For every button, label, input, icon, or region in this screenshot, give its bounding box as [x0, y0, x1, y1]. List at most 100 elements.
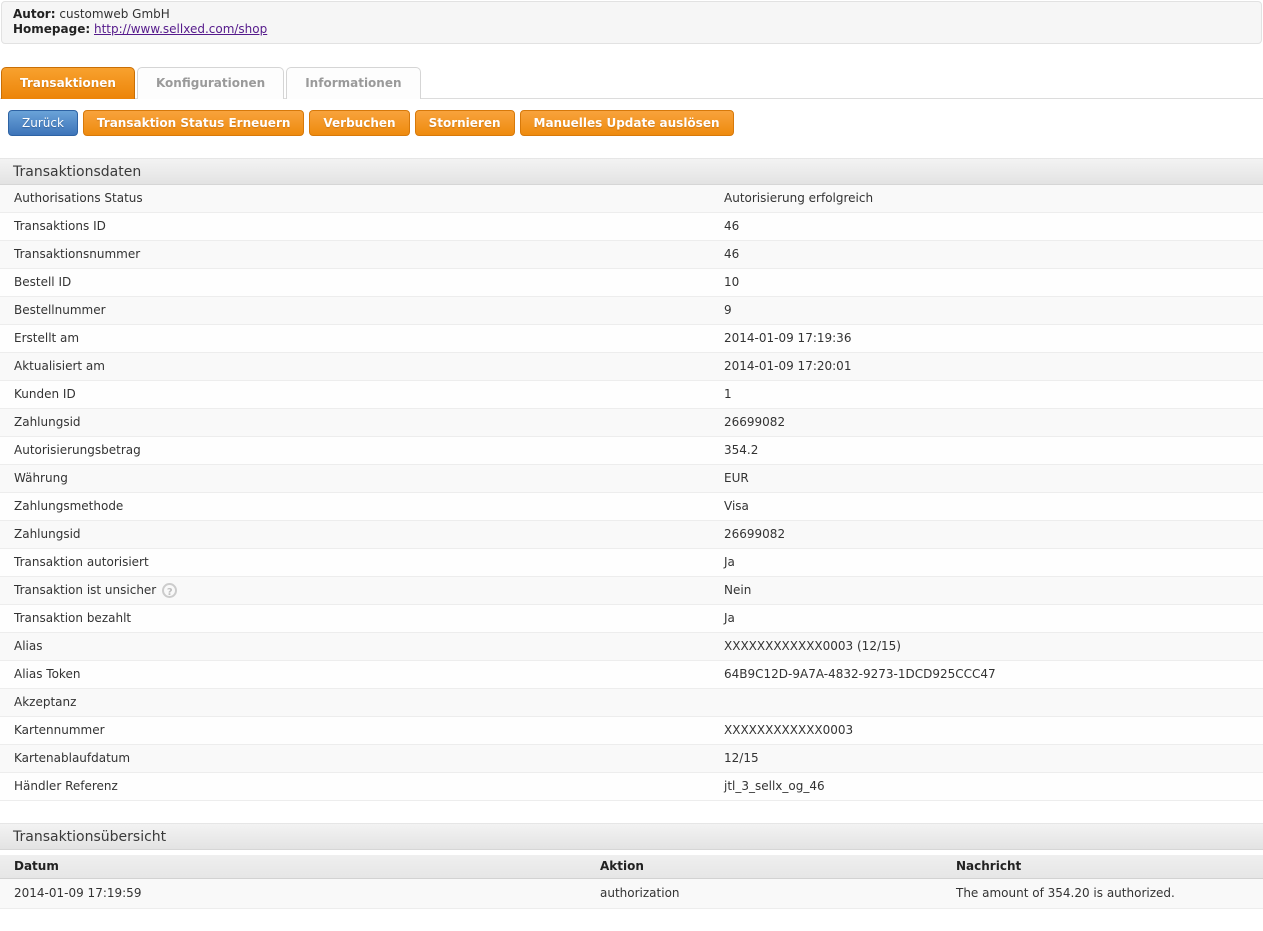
row-label-text: Akzeptanz: [14, 689, 76, 716]
row-label: Autorisierungsbetrag: [14, 437, 724, 464]
overview-header-row: Datum Aktion Nachricht: [0, 855, 1263, 879]
row-label: Transaktion autorisiert: [14, 549, 724, 576]
tab-transaktionen[interactable]: Transaktionen: [1, 67, 135, 99]
row-label-text: Bestell ID: [14, 269, 71, 296]
row-label: Zahlungsid: [14, 409, 724, 436]
row-label-text: Alias Token: [14, 661, 80, 688]
row-label-text: Transaktion ist unsicher: [14, 577, 156, 604]
row-label: Währung: [14, 465, 724, 492]
column-header-datum: Datum: [14, 855, 600, 878]
homepage-line: Homepage: http://www.sellxed.com/shop: [13, 22, 1250, 37]
row-value: Visa: [724, 493, 1263, 520]
row-label-text: Aktualisiert am: [14, 353, 105, 380]
row-label: Transaktions ID: [14, 213, 724, 240]
row-label-text: Transaktionsnummer: [14, 241, 140, 268]
row-value: 354.2: [724, 437, 1263, 464]
row-label: Alias: [14, 633, 724, 660]
author-value: customweb GmbH: [59, 7, 169, 21]
help-icon[interactable]: [162, 583, 177, 598]
table-row: Händler Referenzjtl_3_sellx_og_46: [0, 773, 1263, 801]
row-label-text: Währung: [14, 465, 68, 492]
capture-button[interactable]: Verbuchen: [309, 110, 409, 136]
cell-aktion: authorization: [600, 879, 956, 908]
author-label: Autor:: [13, 7, 56, 21]
table-row: Zahlungsid 26699082: [0, 521, 1263, 549]
row-value: 46: [724, 213, 1263, 240]
module-info-panel: Autor: customweb GmbH Homepage: http://w…: [1, 1, 1262, 44]
table-row: Transaktionsnummer 46: [0, 241, 1263, 269]
row-label-text: Bestellnummer: [14, 297, 106, 324]
row-label-text: Erstellt am: [14, 325, 79, 352]
row-value: 26699082: [724, 521, 1263, 548]
overview-table-body: 2014-01-09 17:19:59authorizationThe amou…: [0, 879, 1263, 909]
row-value: EUR: [724, 465, 1263, 492]
table-row: Authorisations Status Autorisierung erfol…: [0, 185, 1263, 213]
column-header-aktion: Aktion: [600, 855, 956, 878]
transaction-data-title: Transaktionsdaten: [0, 158, 1263, 185]
row-label-text: Kartenablaufdatum: [14, 745, 130, 772]
action-toolbar: Zurück Transaktion Status Erneuern Verbu…: [8, 110, 1263, 136]
table-row: Alias Token64B9C12D-9A7A-4832-9273-1DCD9…: [0, 661, 1263, 689]
cell-nachricht: The amount of 354.20 is authorized.: [956, 879, 1263, 908]
row-label: Bestellnummer: [14, 297, 724, 324]
row-value: 10: [724, 269, 1263, 296]
row-value: 46: [724, 241, 1263, 268]
row-label: Kartennummer: [14, 717, 724, 744]
row-value: 1: [724, 381, 1263, 408]
author-line: Autor: customweb GmbH: [13, 7, 1250, 22]
homepage-link[interactable]: http://www.sellxed.com/shop: [94, 22, 267, 36]
table-row: Bestell ID 10: [0, 269, 1263, 297]
table-row: Bestellnummer 9: [0, 297, 1263, 325]
row-label-text: Authorisations Status: [14, 185, 143, 212]
table-row: Transaktion bezahlt Ja: [0, 605, 1263, 633]
table-row: Währung EUR: [0, 465, 1263, 493]
table-row: Transaktions ID 46: [0, 213, 1263, 241]
table-row: Transaktion ist unsicher Nein: [0, 577, 1263, 605]
row-value: 12/15: [724, 745, 1263, 772]
tab-informationen[interactable]: Informationen: [286, 67, 420, 99]
table-row: Kunden ID1: [0, 381, 1263, 409]
row-label-text: Transaktions ID: [14, 213, 106, 240]
row-label: Alias Token: [14, 661, 724, 688]
row-label-text: Kartennummer: [14, 717, 105, 744]
row-label: Zahlungsmethode: [14, 493, 724, 520]
row-label-text: Zahlungsid: [14, 521, 81, 548]
row-value: Autorisierung erfolgreich: [724, 185, 1263, 212]
table-row: Autorisierungsbetrag354.2: [0, 437, 1263, 465]
row-value: XXXXXXXXXXXX0003: [724, 717, 1263, 744]
row-value: XXXXXXXXXXXX0003 (12/15): [724, 633, 1263, 660]
row-label: Transaktion ist unsicher: [14, 577, 724, 604]
row-label: Händler Referenz: [14, 773, 724, 800]
row-value: 26699082: [724, 409, 1263, 436]
row-label: Erstellt am: [14, 325, 724, 352]
transaction-overview-title: Transaktionsübersicht: [0, 823, 1263, 850]
tab-bar: Transaktionen Konfigurationen Informatio…: [0, 65, 1263, 99]
row-value: Ja: [724, 549, 1263, 576]
row-value: Ja: [724, 605, 1263, 632]
refresh-status-button[interactable]: Transaktion Status Erneuern: [83, 110, 304, 136]
row-value: Nein: [724, 577, 1263, 604]
tab-konfigurationen[interactable]: Konfigurationen: [137, 67, 284, 99]
homepage-label: Homepage:: [13, 22, 90, 36]
row-value: 2014-01-09 17:20:01: [724, 353, 1263, 380]
row-label-text: Zahlungsmethode: [14, 493, 123, 520]
row-label-text: Händler Referenz: [14, 773, 118, 800]
back-button[interactable]: Zurück: [8, 110, 78, 136]
table-row: Kartenablaufdatum 12/15: [0, 745, 1263, 773]
table-row: Zahlungsid 26699082: [0, 409, 1263, 437]
row-label: Authorisations Status: [14, 185, 724, 212]
row-label: Akzeptanz: [14, 689, 724, 716]
cancel-button[interactable]: Stornieren: [415, 110, 515, 136]
table-row: Erstellt am2014-01-09 17:19:36: [0, 325, 1263, 353]
row-label-text: Transaktion autorisiert: [14, 549, 149, 576]
column-header-nachricht: Nachricht: [956, 855, 1263, 878]
row-label-text: Zahlungsid: [14, 409, 81, 436]
row-label: Transaktionsnummer: [14, 241, 724, 268]
row-value: [724, 689, 1263, 716]
row-label: Transaktion bezahlt: [14, 605, 724, 632]
manual-update-button[interactable]: Manuelles Update auslösen: [520, 110, 734, 136]
row-label-text: Transaktion bezahlt: [14, 605, 131, 632]
table-row: Kartennummer XXXXXXXXXXXX0003: [0, 717, 1263, 745]
row-value: 9: [724, 297, 1263, 324]
table-row: Aktualisiert am 2014-01-09 17:20:01: [0, 353, 1263, 381]
